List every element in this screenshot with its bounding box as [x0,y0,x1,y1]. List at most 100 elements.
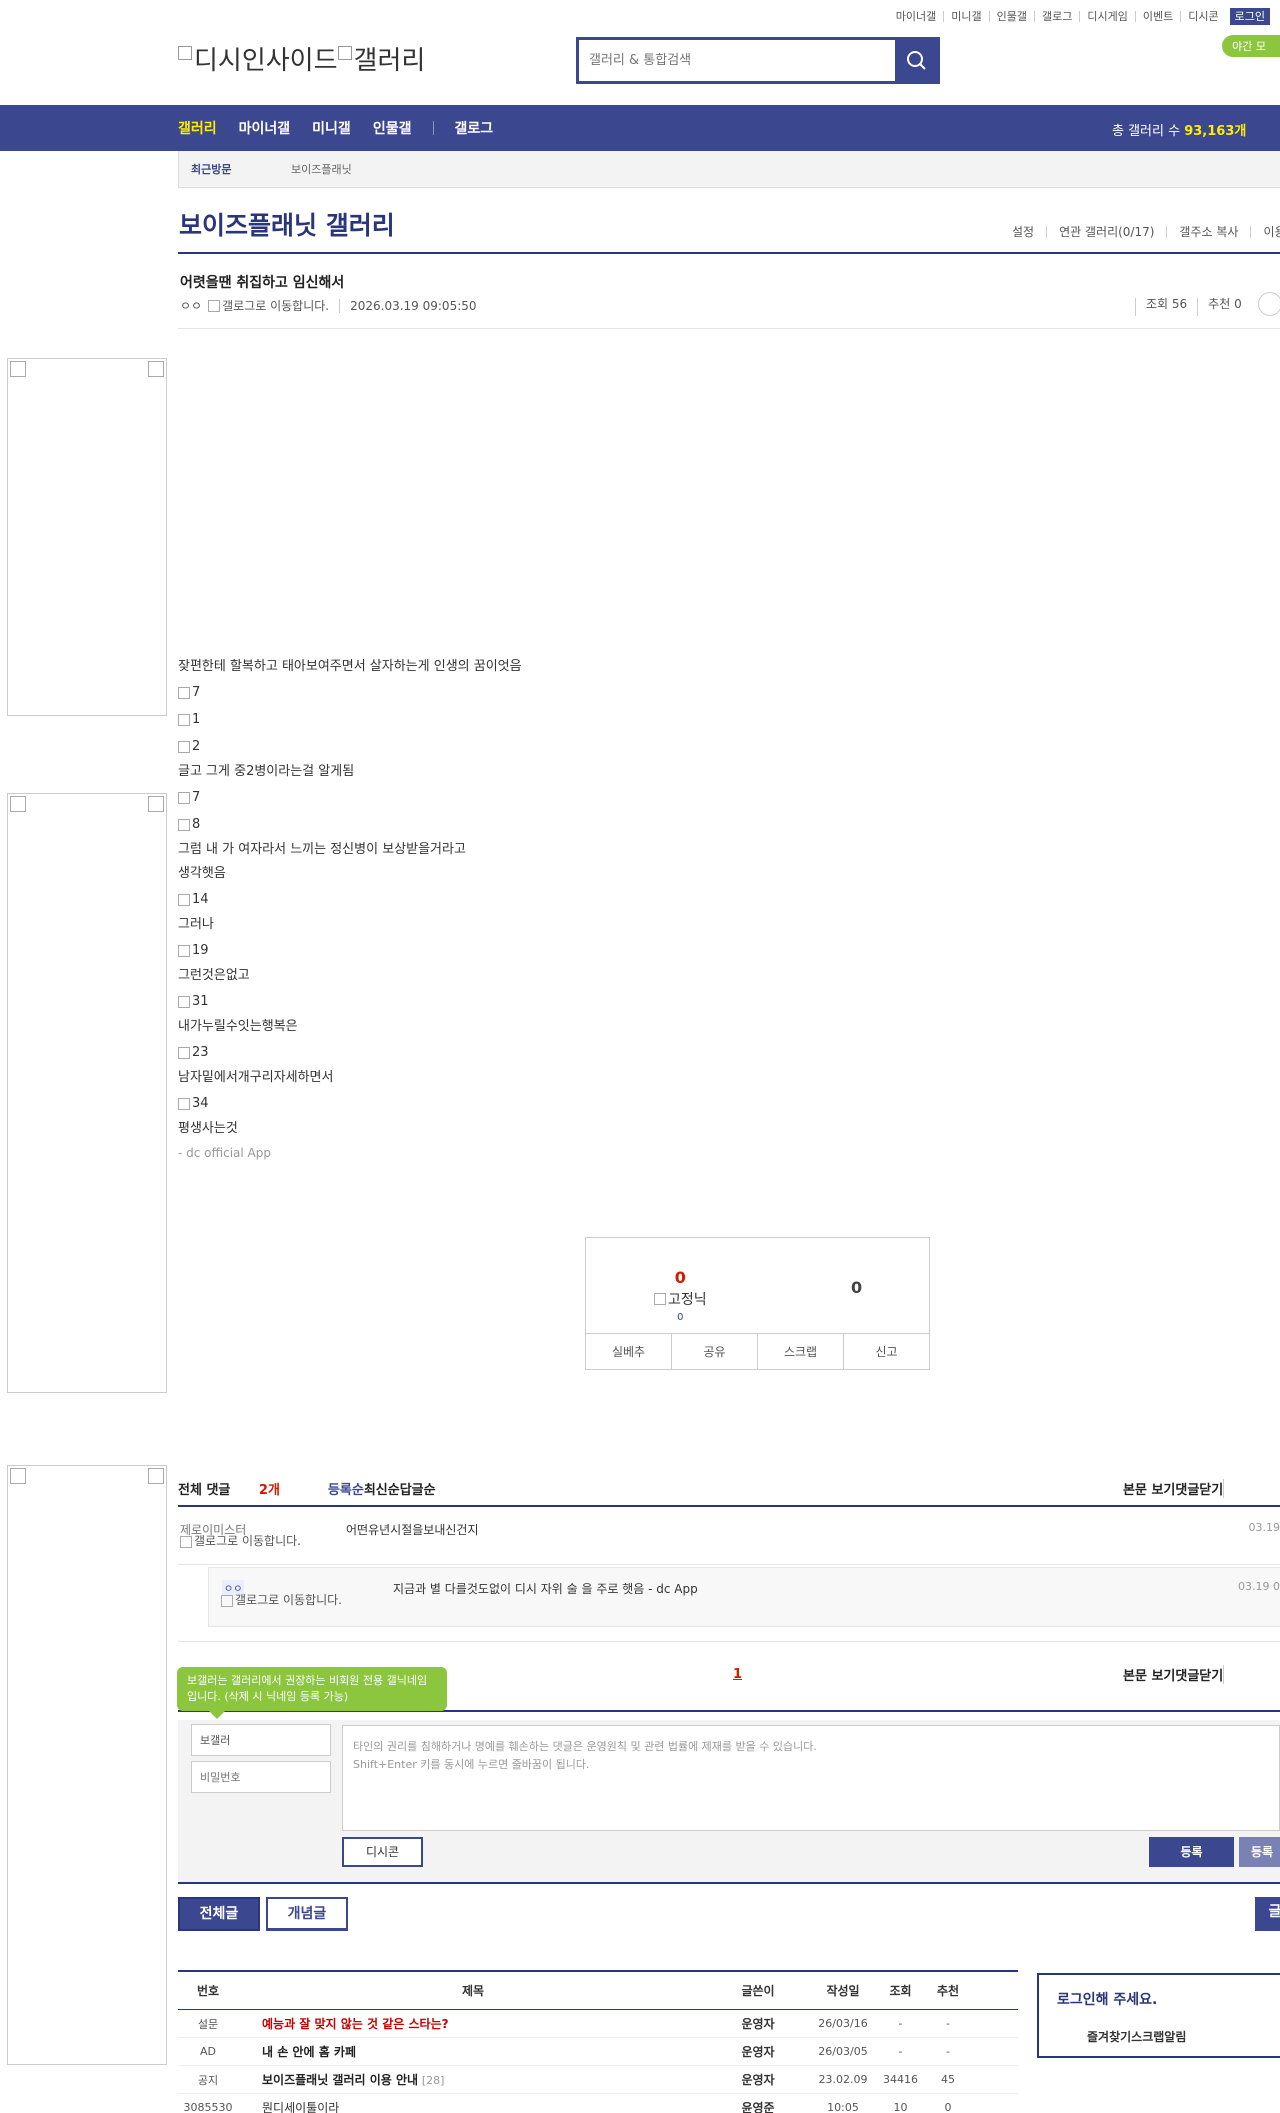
related-gallery-link[interactable]: 연관 갤러리(0/17) [1046,226,1166,238]
post-text-line: 그런것은없고 [178,968,250,983]
search-button[interactable] [895,40,937,81]
nav-mini-gallery[interactable]: 미니갤 [312,118,351,138]
post-more-button[interactable] [1257,292,1280,316]
broken-image-icon [148,1468,164,1484]
row-writer[interactable]: 운영자 [708,2015,808,2032]
sort-latest[interactable]: 최신순 [364,1479,400,1498]
view-post-link[interactable]: 본문 보기 [1123,1665,1175,1684]
close-comments-link[interactable]: 댓글닫기 [1175,1479,1223,1498]
scrap-link[interactable]: 스크랩 [1131,2028,1164,2045]
post-title: 어렷을땐 취집하고 임신해서 [180,275,345,291]
gallery-settings-link[interactable]: 설정 [1000,226,1046,238]
nav-gallog[interactable]: 갤로그 [454,118,493,138]
util-link-mini[interactable]: 미니갤 [943,11,988,22]
comment-page-1[interactable]: 1 [733,1667,742,1682]
tab-all-posts[interactable]: 전체글 [178,1897,260,1931]
row-title-link[interactable]: 내 손 안에 홈 카페 [262,2045,356,2059]
nickname-field[interactable] [191,1724,331,1756]
copy-gallery-url-link[interactable]: 갤주소 복사 [1166,226,1250,238]
util-link-gallog[interactable]: 갤로그 [1034,11,1079,22]
ad-banner-left[interactable] [7,358,167,716]
post-image: 8 [178,811,978,838]
comment-textarea[interactable]: 타인의 권리를 침해하거나 명예를 훼손하는 댓글은 운영원칙 및 관련 법률에… [342,1725,1280,1831]
password-field[interactable] [191,1761,331,1793]
notification-link[interactable]: 알림 [1164,2028,1186,2045]
search-icon [907,51,926,70]
util-link-person[interactable]: 인물갤 [988,11,1034,22]
dccon-button[interactable]: 디시콘 [342,1837,423,1867]
recommend-down-count[interactable]: 0 [851,1278,862,1297]
broken-image-icon [178,1046,190,1059]
util-link-minor[interactable]: 마이너갤 [889,11,943,22]
best-report-button[interactable]: 실베추 [586,1334,671,1369]
post-image-alt: 7 [192,790,201,805]
row-title-link[interactable]: 보이즈플래닛 갤러리 이용 안내 [262,2073,418,2087]
broken-image-icon [148,796,164,812]
broken-image-icon [208,299,221,312]
row-comment-count[interactable]: [28] [422,2074,445,2087]
comments-header: 전체 댓글 2개 등록순 최신순 답글순 본문 보기 댓글닫기 [178,1479,1280,1507]
write-post-button[interactable]: 글 [1255,1897,1280,1931]
comments-total-label: 전체 댓글 [178,1483,231,1498]
table-row: 공지 보이즈플래닛 갤러리 이용 안내 [28] 운영자 23.02.09 34416 4… [178,2066,1018,2094]
nav-gallery[interactable]: 갤러리 [178,118,217,138]
textarea-placeholder-line1: 타인의 권리를 침해하거나 명예를 훼손하는 댓글은 운영원칙 및 관련 법률에… [353,1740,817,1753]
search-input[interactable] [579,40,895,81]
login-button[interactable]: 로그인 [1229,8,1270,25]
submit-recommend-button[interactable]: 등록 [1239,1837,1280,1867]
post-image: 14 [178,886,978,913]
post-image-alt: 1 [192,712,201,727]
util-link-game[interactable]: 디시게임 [1079,11,1134,22]
gallery-usage-link[interactable]: 이용 [1250,226,1280,238]
reply-gallog-link[interactable]: 갤로그로 이동합니다. [221,1594,351,1607]
row-title-link[interactable]: 뭔디세이툴이라 [262,2101,339,2113]
nav-minor-gallery[interactable]: 마이너갤 [239,118,291,138]
login-prompt[interactable]: 로그인해 주세요. [1057,1989,1157,2009]
row-writer[interactable]: 윤영준 [708,2099,808,2113]
ad-banner-left[interactable] [7,1465,167,2065]
recent-gallery-link[interactable]: 보이즈플래닛 [291,161,352,177]
post-image: 2 [178,733,978,760]
tab-concept-posts[interactable]: 개념글 [266,1897,348,1931]
util-link-dccon[interactable]: 디시콘 [1180,11,1225,22]
row-writer[interactable]: 운영자 [708,2071,808,2088]
post-author-nick[interactable]: ㅇㅇ [180,297,202,314]
col-views: 조회 [889,1984,912,1998]
broken-image-icon [148,361,164,377]
broken-image-icon [221,1594,233,1607]
recommend-up[interactable]: 0 고정닉 0 [654,1268,707,1323]
ad-banner-left[interactable] [7,793,167,1393]
report-button[interactable]: 신고 [843,1334,929,1369]
gallog-link[interactable]: 갤로그로 이동합니다. [208,297,329,314]
row-date: 10:05 [827,2101,859,2113]
gallery-options: 설정 연관 갤러리(0/17) 갤주소 복사 이용 [1000,226,1280,238]
submit-button[interactable]: 등록 [1149,1837,1234,1867]
broken-image-icon [178,1097,190,1110]
row-date: 23.02.09 [818,2073,868,2086]
sort-replies[interactable]: 답글순 [400,1479,436,1498]
row-writer[interactable]: 운영자 [708,2043,808,2060]
nav-person-gallery[interactable]: 인물갤 [373,118,412,138]
close-comments-link[interactable]: 댓글닫기 [1175,1665,1223,1684]
util-link-event[interactable]: 이벤트 [1134,11,1180,22]
recommend-box: 0 고정닉 0 0 실베추 공유 스크랩 신고 [585,1237,930,1370]
post-text-line: 생각햇음 [178,866,226,881]
view-post-link[interactable]: 본문 보기 [1123,1479,1175,1498]
row-title-link[interactable]: 예능과 잘 맞지 않는 것 같은 스타는? [262,2017,449,2031]
favorites-link[interactable]: 즐겨찾기 [1087,2028,1131,2045]
post-list: 번호 제목 글쓴이 작성일 조회 추천 설문 예능과 잘 맞지 않는 것 같은 스… [178,1970,1018,2113]
post-date: 2026.03.19 09:05:50 [339,298,477,313]
top-utility-bar: 마이너갤 미니갤 인물갤 갤로그 디시게임 이벤트 디시콘 로그인 [889,8,1270,25]
col-date: 작성일 [826,1984,860,1998]
night-mode-toggle[interactable]: 야간 모 [1222,35,1280,57]
sort-registered[interactable]: 등록순 [328,1479,364,1498]
gallery-title[interactable]: 보이즈플래닛 갤러리 [179,206,395,242]
post-image-alt: 34 [192,1096,209,1111]
site-logo[interactable]: 디시인사이드 갤러리 [178,40,425,77]
broken-image-icon [178,713,190,726]
comment-gallog-link[interactable]: 갤로그로 이동합니다. [180,1535,310,1548]
row-number: 설문 [197,2017,219,2031]
share-button[interactable]: 공유 [671,1334,757,1369]
scrap-button[interactable]: 스크랩 [757,1334,843,1369]
row-recommend: - [946,2045,950,2058]
